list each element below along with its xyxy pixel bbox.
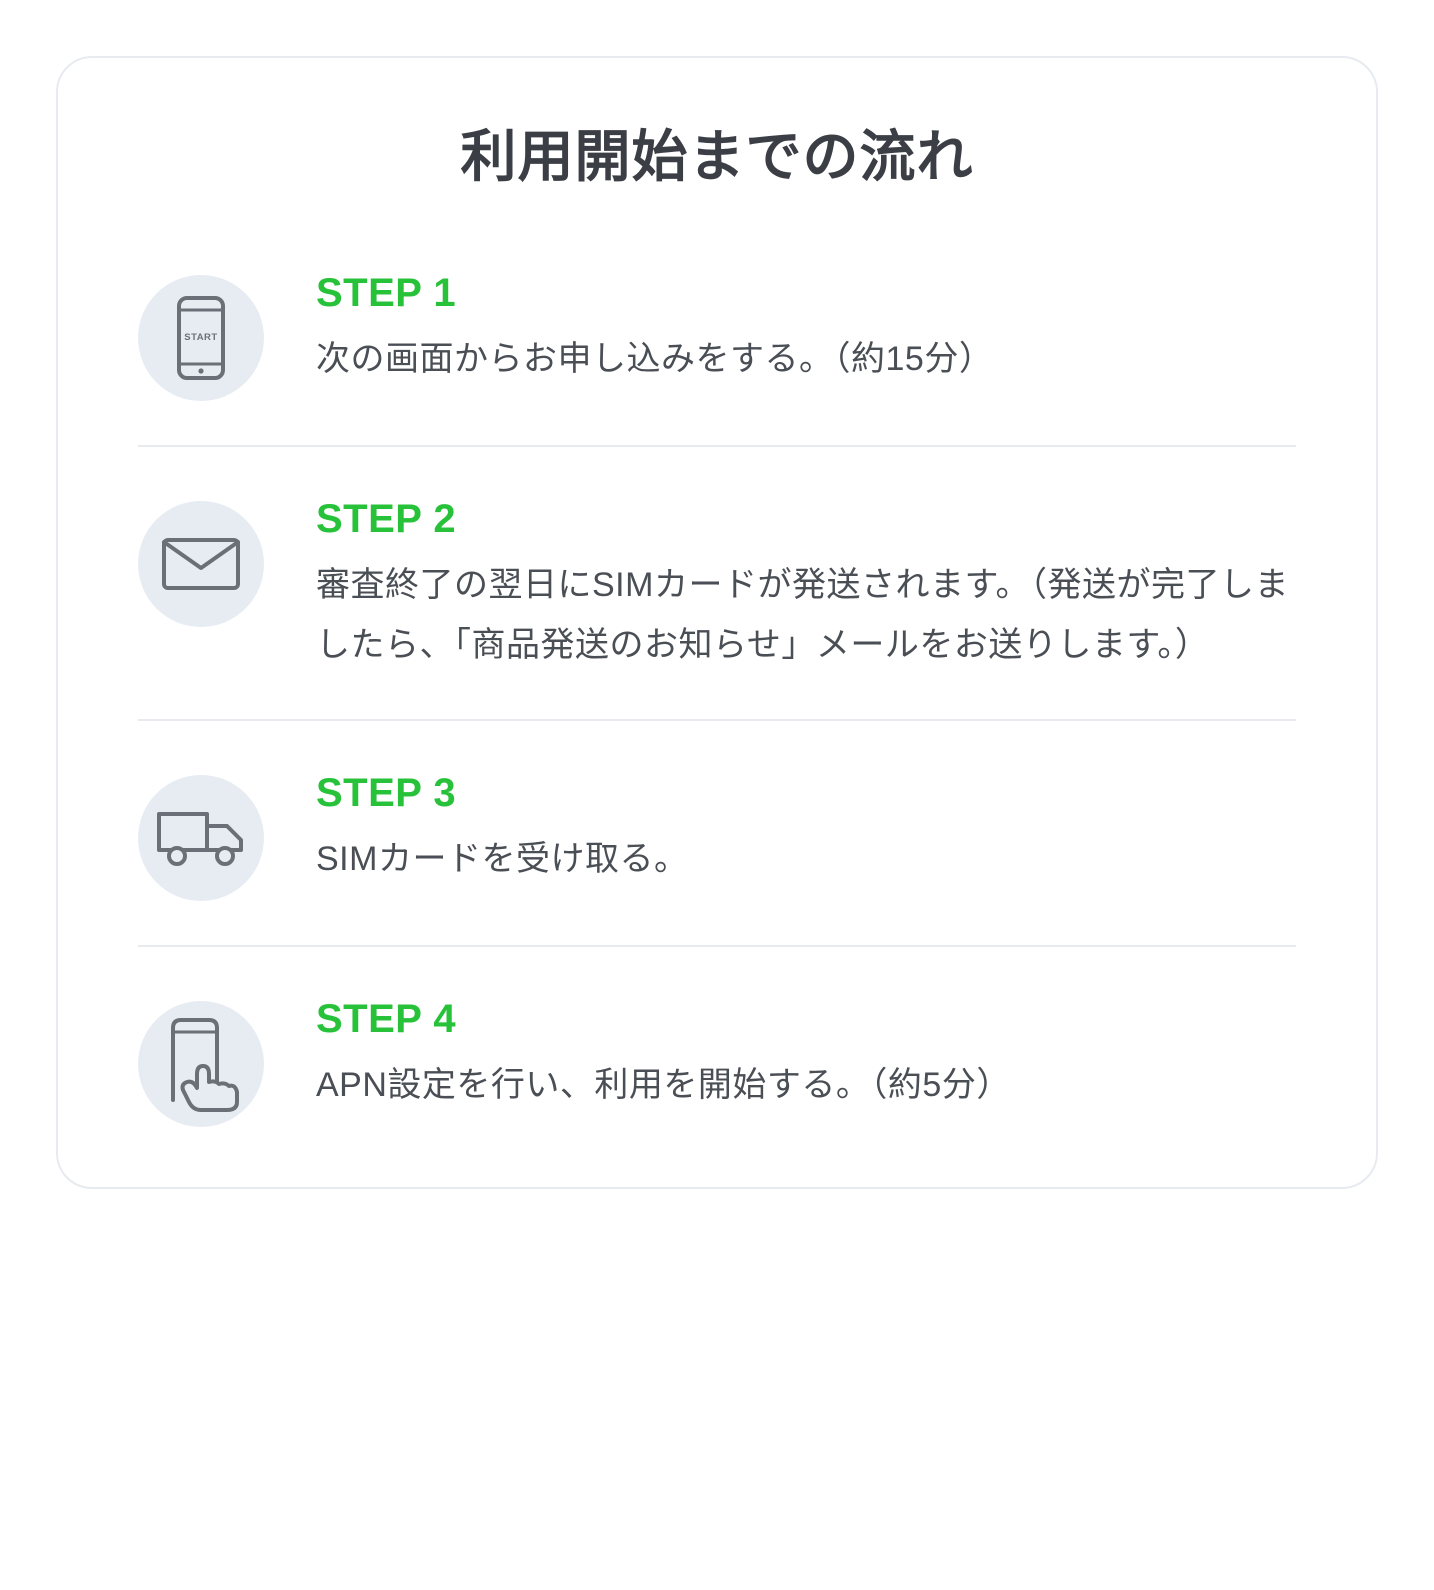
envelope-icon — [138, 501, 264, 627]
step-desc: 審査終了の翌日にSIMカードが発送されます。（発送が完了しましたら、「商品発送の… — [316, 556, 1296, 675]
steps-list: START STEP 1 次の画面からお申し込みをする。（約15分） — [138, 269, 1296, 1127]
step-desc: 次の画面からお申し込みをする。（約15分） — [316, 330, 1296, 390]
phone-touch-icon — [138, 1001, 264, 1127]
flow-card: 利用開始までの流れ START STEP 1 次の画面からお申し込みをする。（約… — [56, 56, 1378, 1189]
svg-text:START: START — [184, 332, 217, 343]
truck-icon — [138, 775, 264, 901]
step-heading: STEP 1 — [316, 271, 1296, 316]
step-row: STEP 4 APN設定を行い、利用を開始する。（約5分） — [138, 945, 1296, 1127]
step-row: STEP 3 SIMカードを受け取る。 — [138, 719, 1296, 945]
step-content: STEP 2 審査終了の翌日にSIMカードが発送されます。（発送が完了しましたら… — [316, 495, 1296, 675]
step-row: START STEP 1 次の画面からお申し込みをする。（約15分） — [138, 269, 1296, 445]
step-heading: STEP 3 — [316, 771, 1296, 816]
phone-start-icon: START — [138, 275, 264, 401]
step-desc: APN設定を行い、利用を開始する。（約5分） — [316, 1056, 1296, 1116]
step-heading: STEP 4 — [316, 997, 1296, 1042]
step-row: STEP 2 審査終了の翌日にSIMカードが発送されます。（発送が完了しましたら… — [138, 445, 1296, 719]
step-content: STEP 3 SIMカードを受け取る。 — [316, 769, 1296, 890]
step-desc: SIMカードを受け取る。 — [316, 830, 1296, 890]
page-title: 利用開始までの流れ — [138, 112, 1296, 193]
step-content: STEP 4 APN設定を行い、利用を開始する。（約5分） — [316, 995, 1296, 1116]
step-heading: STEP 2 — [316, 497, 1296, 542]
step-content: STEP 1 次の画面からお申し込みをする。（約15分） — [316, 269, 1296, 390]
